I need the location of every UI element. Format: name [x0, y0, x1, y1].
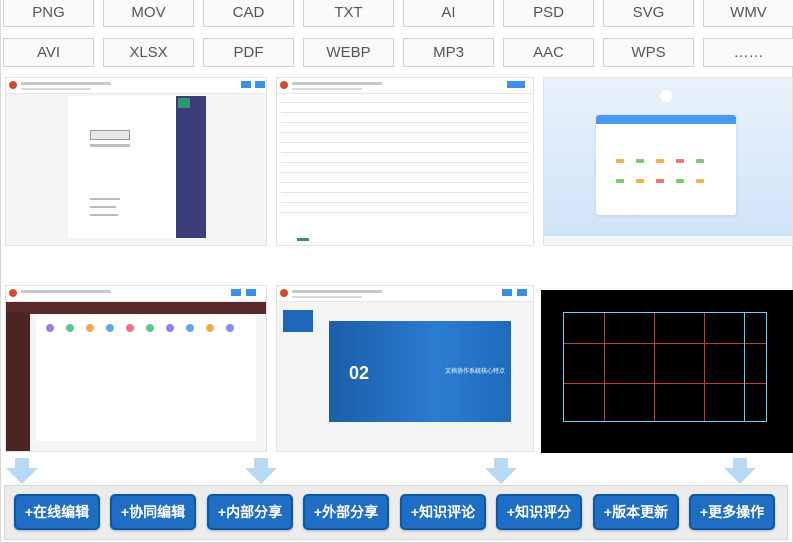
- collaborative-edit-button[interactable]: +协同编辑: [110, 494, 196, 530]
- thumbnail-toolbar: [6, 286, 266, 302]
- slide-canvas: 02 文档协作系统核心特点: [329, 321, 511, 422]
- format-tag-wmv: WMV: [703, 0, 793, 27]
- format-tag-wps: WPS: [603, 38, 694, 67]
- format-tag-webp: WEBP: [303, 38, 394, 67]
- more-actions-button[interactable]: +更多操作: [689, 494, 775, 530]
- version-update-button[interactable]: +版本更新: [593, 494, 679, 530]
- knowledge-rating-button[interactable]: +知识评分: [496, 494, 582, 530]
- format-tag-png: PNG: [3, 0, 94, 27]
- preview-app-thumbnail: [5, 285, 267, 452]
- cad-drawing: [563, 312, 767, 422]
- down-arrow-icon: [724, 458, 756, 484]
- format-tag-cad: CAD: [203, 0, 294, 27]
- format-row-1: PNG MOV CAD TXT AI PSD SVG WMV: [3, 0, 793, 27]
- slide-number: 02: [349, 363, 370, 383]
- app-logo-icon: [9, 289, 17, 297]
- app-content: [36, 316, 256, 441]
- thumbnail-toolbar: [6, 78, 266, 94]
- format-row-2: AVI XLSX PDF WEBP MP3 AAC WPS ……: [3, 38, 793, 67]
- preview-spreadsheet-thumbnail: [276, 77, 534, 246]
- preview-document-thumbnail: [5, 77, 267, 246]
- format-tag-aac: AAC: [503, 38, 594, 67]
- app-logo-icon: [280, 289, 288, 297]
- slide-thumbnail: [283, 310, 313, 332]
- format-tag-mp3: MP3: [403, 38, 494, 67]
- down-arrow-icon: [6, 458, 38, 484]
- document-page: [68, 96, 176, 238]
- format-tag-more: ……: [703, 38, 793, 67]
- format-tag-svg: SVG: [603, 0, 694, 27]
- thumbnail-toolbar: [277, 286, 533, 302]
- preview-image-thumbnail: [543, 77, 793, 246]
- preview-presentation-thumbnail: 02 文档协作系统核心特点: [276, 285, 534, 452]
- down-arrow-icon: [485, 458, 517, 484]
- app-logo-icon: [280, 81, 288, 89]
- format-tag-ai: AI: [403, 0, 494, 27]
- preview-cad-thumbnail: [541, 290, 793, 453]
- format-tag-pdf: PDF: [203, 38, 294, 67]
- format-tag-txt: TXT: [303, 0, 394, 27]
- knowledge-comment-button[interactable]: +知识评论: [400, 494, 486, 530]
- thumbnail-toolbar: [277, 78, 533, 94]
- app-sidebar: [6, 312, 30, 451]
- app-logo-icon: [9, 81, 17, 89]
- format-tag-mov: MOV: [103, 0, 194, 27]
- online-edit-button[interactable]: +在线编辑: [14, 494, 100, 530]
- preview-dialog: [596, 115, 736, 215]
- internal-share-button[interactable]: +内部分享: [207, 494, 293, 530]
- format-tag-avi: AVI: [3, 38, 94, 67]
- format-tag-psd: PSD: [503, 0, 594, 27]
- external-share-button[interactable]: +外部分享: [303, 494, 389, 530]
- format-tag-xlsx: XLSX: [103, 38, 194, 67]
- slide-title: 文档协作系统核心特点: [445, 369, 506, 375]
- document-cover-band: [176, 96, 206, 238]
- down-arrow-icon: [245, 458, 277, 484]
